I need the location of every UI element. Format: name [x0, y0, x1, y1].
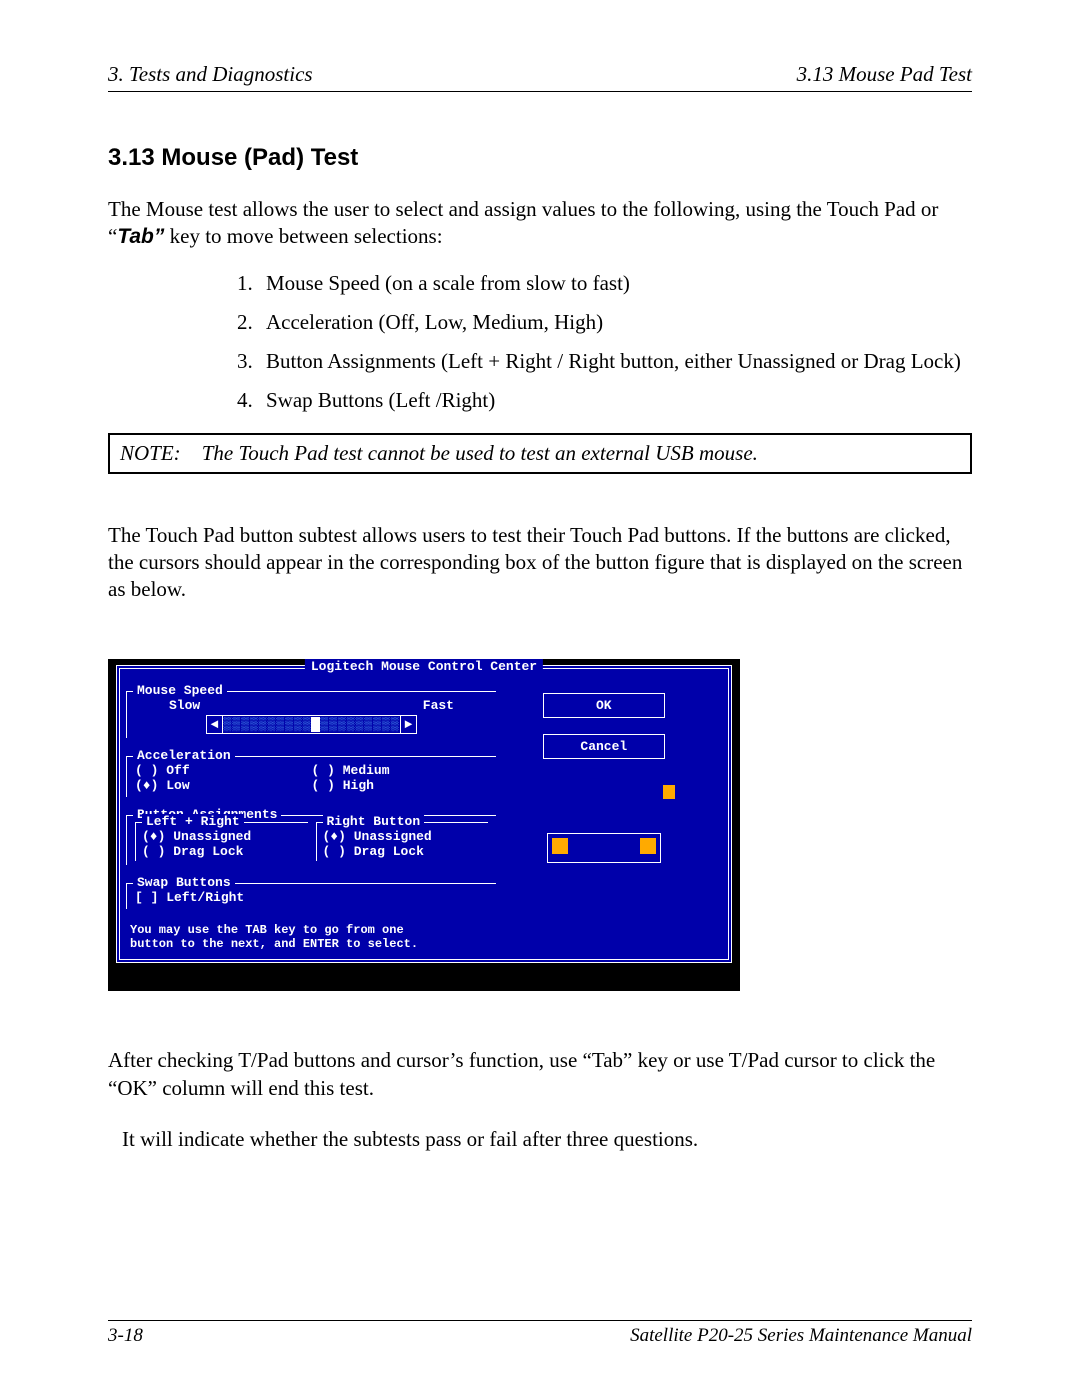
mouse-diagram — [547, 833, 661, 863]
slider-track[interactable]: ▒▒▒▒▒▒▒▒▒▒█▒▒▒▒▒▒▒▒▒ — [223, 716, 399, 733]
ba-right-unassigned[interactable]: (♦) Unassigned — [323, 829, 483, 844]
cursor-indicator-icon — [663, 785, 675, 799]
fast-label: Fast — [423, 698, 454, 713]
page-footer: 3-18 Satellite P20-25 Series Maintenance… — [108, 1320, 972, 1347]
page-header: 3. Tests and Diagnostics 3.13 Mouse Pad … — [108, 62, 972, 92]
swap-checkbox[interactable]: [ ] Left/Right — [135, 890, 488, 905]
paragraph-2: The Touch Pad button subtest allows user… — [108, 522, 972, 604]
accel-off[interactable]: ( ) Off — [135, 763, 312, 778]
speed-slider[interactable]: ◄ ▒▒▒▒▒▒▒▒▒▒█▒▒▒▒▒▒▒▒▒ ► — [206, 715, 418, 734]
accel-low[interactable]: (♦) Low — [135, 778, 312, 793]
slow-label: Slow — [169, 698, 200, 713]
acceleration-fieldset: Acceleration ( ) Off ( ) Medium (♦) Low … — [126, 756, 496, 797]
list-item: Swap Buttons (Left /Right) — [258, 388, 972, 413]
document-page: 3. Tests and Diagnostics 3.13 Mouse Pad … — [0, 0, 1080, 1397]
swap-legend: Swap Buttons — [133, 875, 235, 890]
button-assignments-fieldset: Button Assignments Left + Right (♦) Unas… — [126, 815, 496, 865]
slider-right-icon[interactable]: ► — [400, 716, 417, 733]
cancel-button[interactable]: Cancel — [543, 734, 665, 759]
settings-list: Mouse Speed (on a scale from slow to fas… — [258, 271, 972, 413]
tab-keyword: Tab” — [117, 225, 164, 248]
ba-right-draglock[interactable]: ( ) Drag Lock — [323, 844, 483, 859]
list-item: Acceleration (Off, Low, Medium, High) — [258, 310, 972, 335]
mouse-left-button-icon[interactable] — [552, 838, 568, 854]
ba-right-sub: Right Button (♦) Unassigned ( ) Drag Loc… — [316, 822, 489, 861]
footer-right: Satellite P20-25 Series Maintenance Manu… — [630, 1325, 972, 1347]
dos-title: Logitech Mouse Control Center — [305, 659, 543, 674]
note-text: The Touch Pad test cannot be used to tes… — [202, 441, 758, 465]
note-label: NOTE: — [120, 441, 181, 465]
paragraph-3: After checking T/Pad buttons and cursor’… — [108, 1047, 972, 1102]
header-right: 3.13 Mouse Pad Test — [797, 62, 972, 87]
ba-left-legend: Left + Right — [142, 814, 244, 829]
accel-medium[interactable]: ( ) Medium — [312, 763, 489, 778]
header-left: 3. Tests and Diagnostics — [108, 62, 313, 87]
list-item: Mouse Speed (on a scale from slow to fas… — [258, 271, 972, 296]
ba-left-unassigned[interactable]: (♦) Unassigned — [142, 829, 302, 844]
mouse-speed-legend: Mouse Speed — [133, 683, 227, 698]
paragraph-4: It will indicate whether the subtests pa… — [122, 1126, 972, 1153]
footer-left: 3-18 — [108, 1325, 143, 1347]
ok-button[interactable]: OK — [543, 693, 665, 718]
dos-right-column: OK Cancel — [504, 673, 704, 863]
list-item: Button Assignments (Left + Right / Right… — [258, 349, 972, 374]
section-title: 3.13 Mouse (Pad) Test — [108, 144, 972, 172]
ba-right-legend: Right Button — [323, 814, 425, 829]
mouse-speed-fieldset: Mouse Speed Slow Fast ◄ ▒▒▒▒▒▒▒▒▒▒█▒▒▒▒▒… — [126, 691, 496, 738]
mouse-right-button-icon[interactable] — [640, 838, 656, 854]
dos-panel: Logitech Mouse Control Center Mouse Spee… — [116, 665, 732, 963]
acceleration-legend: Acceleration — [133, 748, 235, 763]
slider-left-icon[interactable]: ◄ — [207, 716, 224, 733]
accel-high[interactable]: ( ) High — [312, 778, 489, 793]
hint-text: You may use the TAB key to go from one b… — [130, 923, 492, 951]
ba-left-sub: Left + Right (♦) Unassigned ( ) Drag Loc… — [135, 822, 308, 861]
intro-part2: key to move between selections: — [164, 224, 442, 248]
dos-left-column: Mouse Speed Slow Fast ◄ ▒▒▒▒▒▒▒▒▒▒█▒▒▒▒▒… — [126, 673, 496, 953]
swap-buttons-fieldset: Swap Buttons [ ] Left/Right — [126, 883, 496, 909]
note-box: NOTE: The Touch Pad test cannot be used … — [108, 433, 972, 474]
intro-paragraph: The Mouse test allows the user to select… — [108, 196, 972, 251]
dos-screenshot: Logitech Mouse Control Center Mouse Spee… — [108, 659, 740, 991]
ba-left-draglock[interactable]: ( ) Drag Lock — [142, 844, 302, 859]
